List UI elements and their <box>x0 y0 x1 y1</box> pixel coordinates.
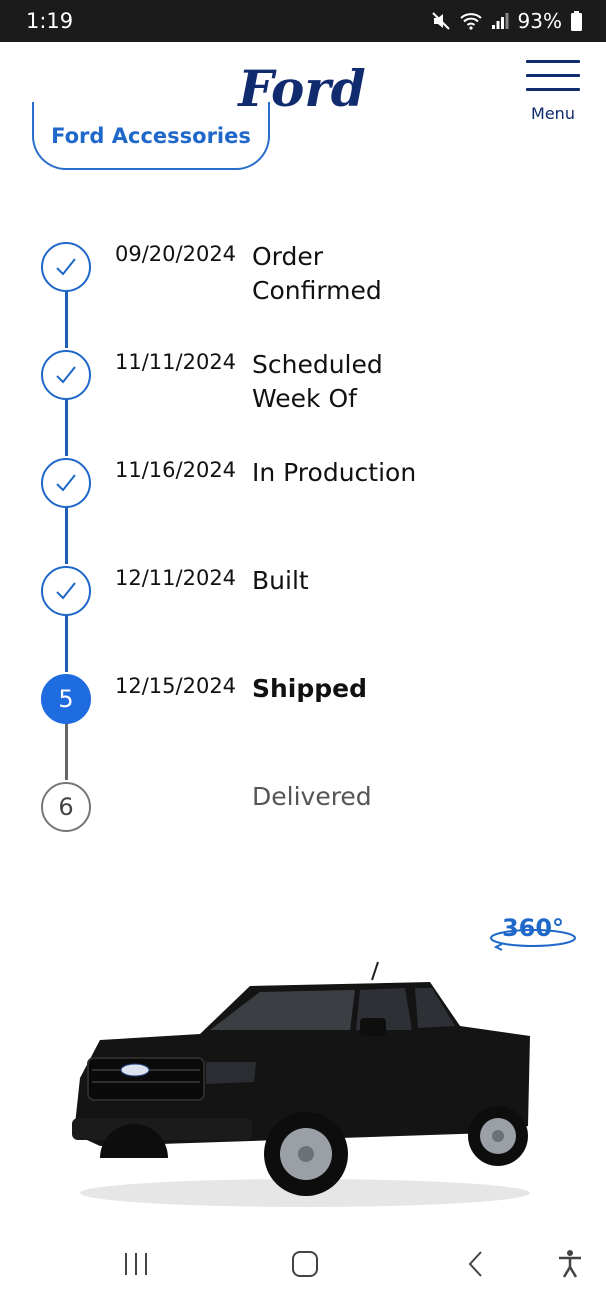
360-view-label: 360° <box>501 914 565 942</box>
step-complete-check-icon <box>41 458 91 508</box>
back-icon <box>468 1251 482 1277</box>
timeline-connector <box>65 398 68 456</box>
step-date: 12/11/2024 <box>115 566 237 590</box>
signal-icon <box>491 12 509 30</box>
order-status-timeline: 09/20/2024 Order Confirmed 11/11/2024 Sc… <box>0 230 606 850</box>
menu-icon-line <box>526 74 580 77</box>
status-time: 1:19 <box>26 9 74 33</box>
mute-icon <box>431 11 451 31</box>
step-complete-check-icon <box>41 350 91 400</box>
menu-icon <box>526 60 580 63</box>
ford-accessories-button[interactable]: Ford Accessories <box>32 102 270 170</box>
timeline-connector <box>65 506 68 564</box>
step-date: 11/11/2024 <box>115 350 237 374</box>
menu-icon-line <box>526 88 580 91</box>
status-icons: 93% <box>431 9 582 33</box>
step-current-marker: 5 <box>41 674 91 724</box>
360-view-button[interactable]: 360° <box>488 912 578 956</box>
vehicle-image <box>60 958 540 1218</box>
accessibility-icon <box>559 1250 581 1278</box>
wifi-icon <box>459 12 482 30</box>
timeline-connector <box>65 290 68 348</box>
battery-icon <box>571 11 582 31</box>
menu-button[interactable]: Menu <box>520 58 586 128</box>
step-title: Order Confirmed <box>252 242 382 305</box>
menu-label: Menu <box>531 104 575 123</box>
recent-apps-icon <box>125 1253 147 1275</box>
battery-percent: 93% <box>517 9 562 33</box>
step-date: 11/16/2024 <box>115 458 237 482</box>
home-icon <box>292 1251 318 1277</box>
step-complete-check-icon <box>41 242 91 292</box>
step-date: 12/15/2024 <box>115 674 237 698</box>
status-bar: 1:19 93% <box>0 0 606 42</box>
step-title: Delivered <box>252 782 372 811</box>
recent-apps-button[interactable] <box>116 1246 156 1282</box>
step-title: In Production <box>252 458 417 487</box>
step-upcoming-marker: 6 <box>41 782 91 832</box>
timeline-connector <box>65 614 68 672</box>
accessibility-button[interactable] <box>550 1246 590 1282</box>
step-title: Built <box>252 566 309 595</box>
home-button[interactable] <box>285 1246 325 1282</box>
step-complete-check-icon <box>41 566 91 616</box>
timeline-connector <box>65 722 68 780</box>
ford-accessories-label: Ford Accessories <box>51 124 251 148</box>
system-nav-bar <box>0 1228 606 1300</box>
step-title: Shipped <box>252 674 368 703</box>
step-date: 09/20/2024 <box>115 242 237 266</box>
back-button[interactable] <box>456 1246 496 1282</box>
step-title: Scheduled Week Of <box>252 350 383 413</box>
